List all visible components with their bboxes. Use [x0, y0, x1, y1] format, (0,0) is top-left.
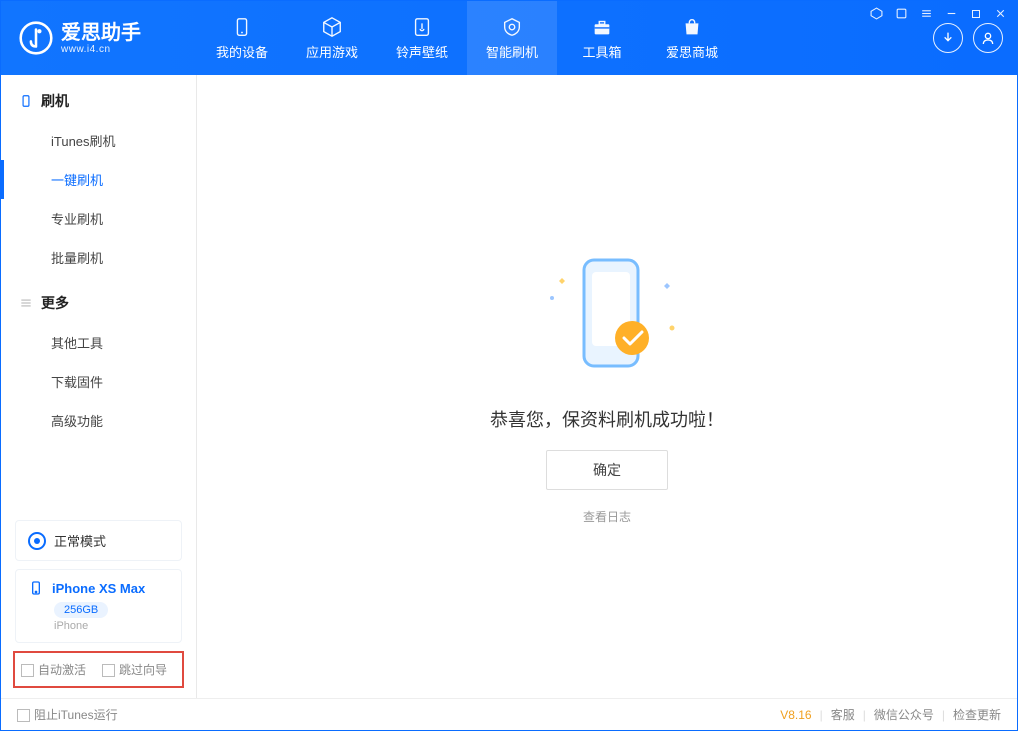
link-wechat[interactable]: 微信公众号	[874, 706, 934, 723]
download-icon[interactable]	[933, 23, 963, 53]
checkbox-block-itunes[interactable]: 阻止iTunes运行	[17, 706, 118, 723]
mode-icon	[28, 532, 46, 550]
skin-icon[interactable]	[895, 7, 908, 20]
sidebar-item-download-firmware[interactable]: 下载固件	[1, 362, 196, 401]
tab-label: 我的设备	[216, 42, 268, 61]
checkbox-auto-activate[interactable]: 自动激活	[21, 661, 86, 678]
ok-button[interactable]: 确定	[546, 450, 668, 490]
sidebar-item-advanced[interactable]: 高级功能	[1, 401, 196, 440]
header: 爱思助手 www.i4.cn 我的设备 应用游戏 铃声壁纸 智能刷机	[1, 1, 1017, 75]
app-title: 爱思助手	[61, 22, 141, 44]
sidebar-item-itunes-flash[interactable]: iTunes刷机	[1, 121, 196, 160]
tab-store[interactable]: 爱思商城	[647, 1, 737, 75]
tab-label: 爱思商城	[666, 42, 718, 61]
sidebar-bottom: 正常模式 iPhone XS Max 256GB iPhone 自动激活 跳过向…	[1, 512, 196, 698]
status-bar: 阻止iTunes运行 V8.16 | 客服 | 微信公众号 | 检查更新	[1, 698, 1017, 730]
app-window: 爱思助手 www.i4.cn 我的设备 应用游戏 铃声壁纸 智能刷机	[0, 0, 1018, 731]
sidebar-item-pro-flash[interactable]: 专业刷机	[1, 199, 196, 238]
tab-label: 工具箱	[582, 42, 621, 61]
sidebar-item-batch-flash[interactable]: 批量刷机	[1, 238, 196, 277]
close-button[interactable]	[994, 7, 1007, 20]
window-controls	[870, 7, 1007, 20]
checkbox-row-highlighted: 自动激活 跳过向导	[13, 651, 184, 688]
sidebar-section-more: 更多	[1, 277, 196, 323]
tab-ringtones-wallpapers[interactable]: 铃声壁纸	[377, 1, 467, 75]
tab-smart-flash[interactable]: 智能刷机	[467, 1, 557, 75]
maximize-button[interactable]	[970, 8, 982, 20]
menu-icon[interactable]	[920, 7, 933, 20]
minimize-button[interactable]	[945, 7, 958, 20]
tab-toolbox[interactable]: 工具箱	[557, 1, 647, 75]
main-content: 恭喜您，保资料刷机成功啦！ 确定 查看日志	[197, 75, 1017, 698]
checkbox-skip-guide[interactable]: 跳过向导	[102, 661, 167, 678]
tab-label: 智能刷机	[486, 42, 538, 61]
device-card[interactable]: iPhone XS Max 256GB iPhone	[15, 569, 182, 643]
link-check-update[interactable]: 检查更新	[953, 706, 1001, 723]
success-illustration	[522, 248, 692, 388]
tab-my-device[interactable]: 我的设备	[197, 1, 287, 75]
list-icon	[19, 296, 33, 310]
sidebar-item-oneclick-flash[interactable]: 一键刷机	[1, 160, 196, 199]
user-icon[interactable]	[973, 23, 1003, 53]
phone-icon	[19, 94, 33, 108]
tab-label: 应用游戏	[306, 42, 358, 61]
section-title: 刷机	[41, 91, 69, 111]
sidebar: 刷机 iTunes刷机 一键刷机 专业刷机 批量刷机 更多 其他工具 下载固件 …	[1, 75, 197, 698]
nav-tabs: 我的设备 应用游戏 铃声壁纸 智能刷机 工具箱 爱思商城	[197, 1, 737, 75]
tab-apps-games[interactable]: 应用游戏	[287, 1, 377, 75]
device-type: iPhone	[54, 620, 169, 632]
success-message: 恭喜您，保资料刷机成功啦！	[490, 406, 724, 432]
sidebar-item-other-tools[interactable]: 其他工具	[1, 323, 196, 362]
version-label: V8.16	[780, 708, 811, 722]
settings-icon[interactable]	[870, 7, 883, 20]
device-phone-icon	[28, 580, 44, 596]
tab-label: 铃声壁纸	[396, 42, 448, 61]
body-area: 刷机 iTunes刷机 一键刷机 专业刷机 批量刷机 更多 其他工具 下载固件 …	[1, 75, 1017, 698]
link-support[interactable]: 客服	[831, 706, 855, 723]
app-subtitle: www.i4.cn	[61, 44, 141, 55]
mode-label: 正常模式	[54, 531, 106, 550]
logo-area: 爱思助手 www.i4.cn	[1, 1, 197, 75]
device-name: iPhone XS Max	[52, 581, 145, 596]
view-log-link[interactable]: 查看日志	[583, 508, 631, 525]
sidebar-section-flash: 刷机	[1, 75, 196, 121]
section-title: 更多	[41, 293, 69, 313]
mode-card[interactable]: 正常模式	[15, 520, 182, 561]
logo-icon	[19, 21, 53, 55]
device-capacity: 256GB	[54, 602, 108, 618]
